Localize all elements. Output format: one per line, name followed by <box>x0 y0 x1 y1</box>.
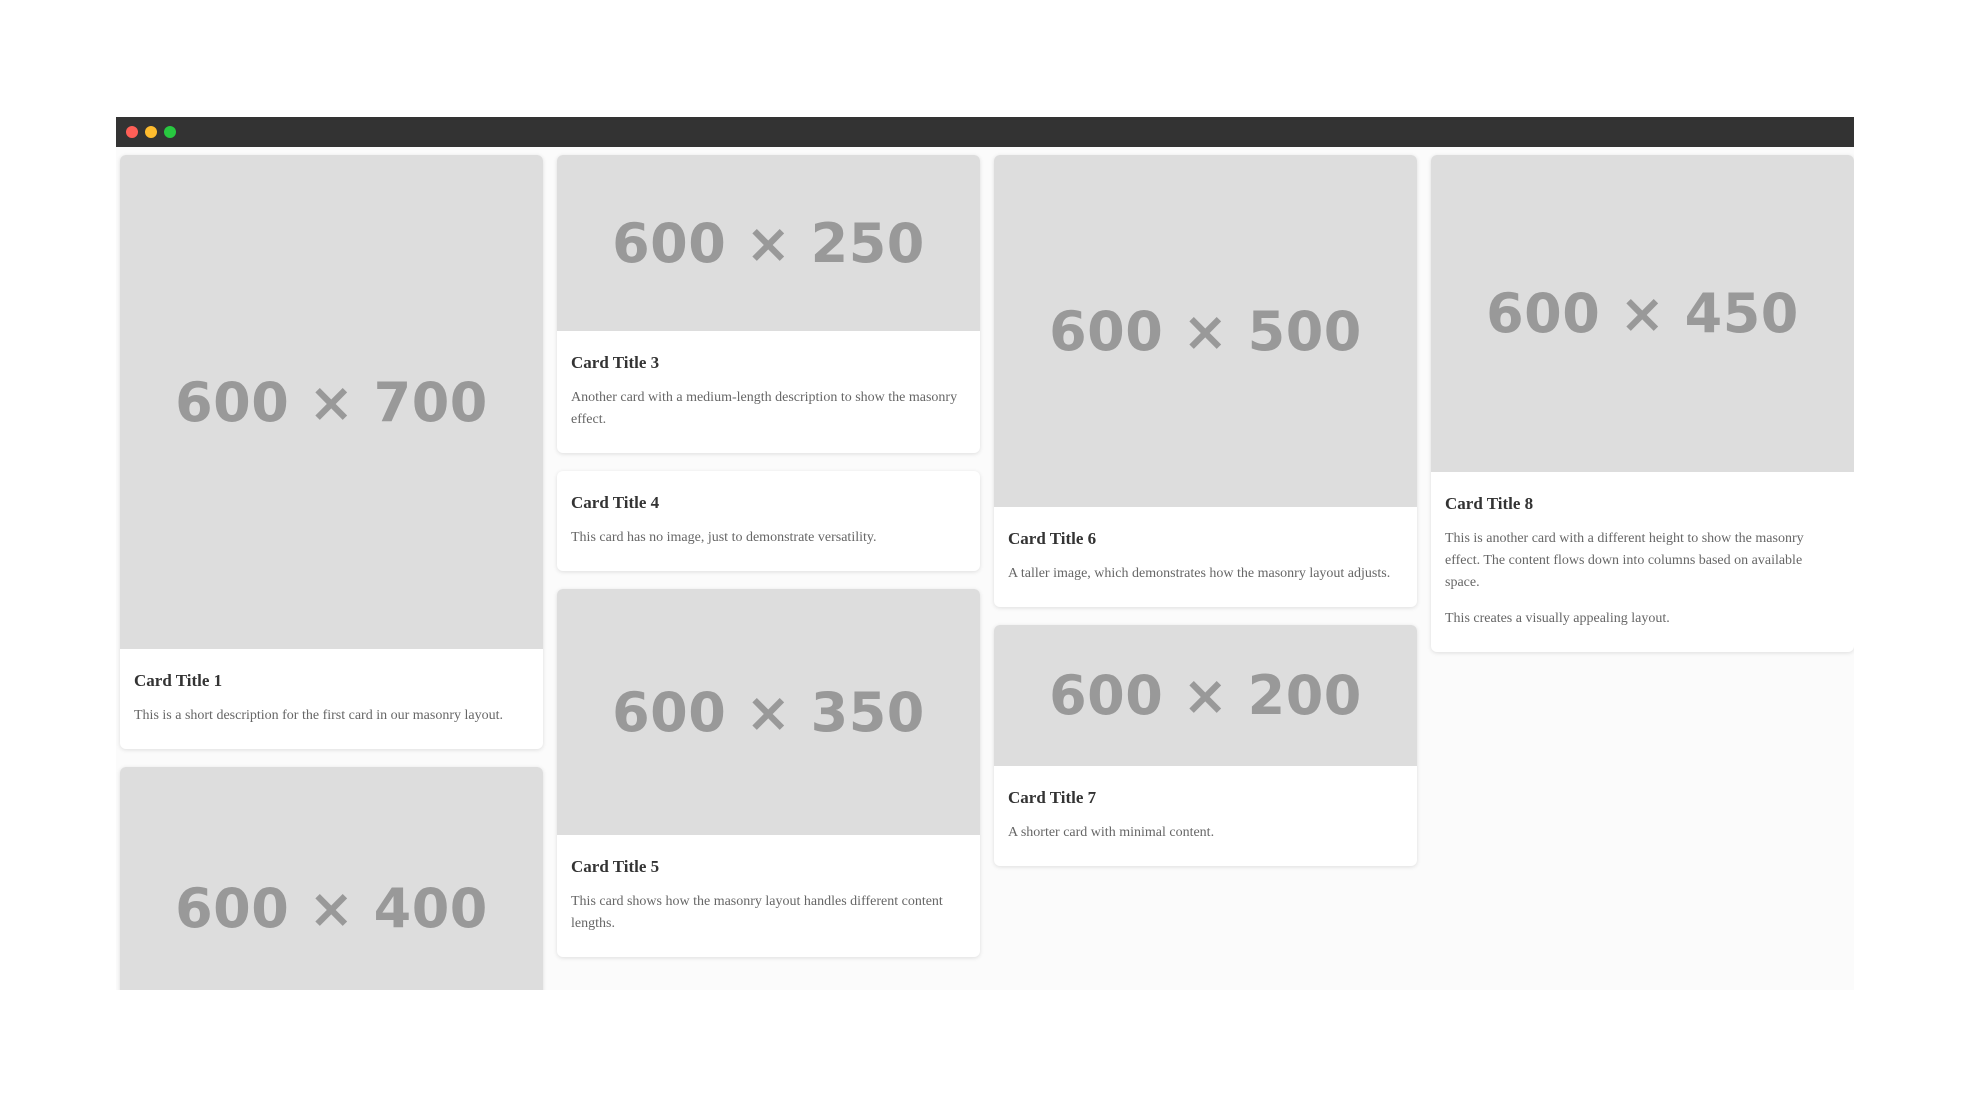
card-5-title: Card Title 5 <box>571 857 660 876</box>
card-6-body: Card Title 6 A taller image, which demon… <box>994 507 1417 607</box>
zoom-window-button[interactable] <box>164 126 176 138</box>
card-1-body: Card Title 1 This is a short description… <box>120 649 543 749</box>
card-5-text: This card shows how the masonry layout h… <box>571 894 943 931</box>
card-1-title: Card Title 1 <box>134 671 223 690</box>
masonry-grid: 600 × 700 Card Title 1 This is a short d… <box>116 147 1854 990</box>
card-6: 600 × 500 Card Title 6 A taller image, w… <box>994 155 1417 607</box>
card-1-image-placeholder: 600 × 700 <box>120 155 543 649</box>
card-1-text: This is a short description for the firs… <box>134 708 503 723</box>
masonry-column-2: 600 × 250 Card Title 3 Another card with… <box>557 155 980 975</box>
card-3-text: Another card with a medium-length descri… <box>571 390 958 427</box>
minimize-window-button[interactable] <box>145 126 157 138</box>
card-6-image-placeholder: 600 × 500 <box>994 155 1417 507</box>
card-7-text: A shorter card with minimal content. <box>1008 825 1215 840</box>
card-7: 600 × 200 Card Title 7 A shorter card wi… <box>994 625 1417 866</box>
card-4-body: Card Title 4 This card has no image, jus… <box>557 471 980 571</box>
card-5-image-placeholder: 600 × 350 <box>557 589 980 835</box>
card-6-text: A taller image, which demonstrates how t… <box>1008 566 1391 581</box>
card-4: Card Title 4 This card has no image, jus… <box>557 471 980 571</box>
card-3-image-placeholder: 600 × 250 <box>557 155 980 331</box>
card-2-image-placeholder: 600 × 400 <box>120 767 543 990</box>
card-8-text-2: This creates a visually appealing layout… <box>1445 611 1670 626</box>
card-7-image-placeholder: 600 × 200 <box>994 625 1417 766</box>
card-6-title: Card Title 6 <box>1008 529 1097 548</box>
window-titlebar <box>116 117 1854 147</box>
card-8-image-placeholder: 600 × 450 <box>1431 155 1854 472</box>
card-7-body: Card Title 7 A shorter card with minimal… <box>994 766 1417 866</box>
card-8-title: Card Title 8 <box>1445 494 1534 513</box>
masonry-column-3: 600 × 500 Card Title 6 A taller image, w… <box>994 155 1417 884</box>
card-4-text: This card has no image, just to demonstr… <box>571 530 877 545</box>
card-3-body: Card Title 3 Another card with a medium-… <box>557 331 980 453</box>
card-8: 600 × 450 Card Title 8 This is another c… <box>1431 155 1854 652</box>
card-3: 600 × 250 Card Title 3 Another card with… <box>557 155 980 453</box>
card-8-body: Card Title 8 This is another card with a… <box>1431 472 1854 652</box>
close-window-button[interactable] <box>126 126 138 138</box>
card-8-text-1: This is another card with a different he… <box>1445 531 1804 590</box>
card-3-title: Card Title 3 <box>571 353 660 372</box>
masonry-column-1: 600 × 700 Card Title 1 This is a short d… <box>120 155 543 990</box>
card-4-title: Card Title 4 <box>571 493 660 512</box>
card-7-title: Card Title 7 <box>1008 788 1097 807</box>
masonry-column-4: 600 × 450 Card Title 8 This is another c… <box>1431 155 1854 670</box>
card-5-body: Card Title 5 This card shows how the mas… <box>557 835 980 957</box>
browser-window: 600 × 700 Card Title 1 This is a short d… <box>116 117 1854 990</box>
card-1: 600 × 700 Card Title 1 This is a short d… <box>120 155 543 749</box>
card-5: 600 × 350 Card Title 5 This card shows h… <box>557 589 980 957</box>
card-2: 600 × 400 <box>120 767 543 990</box>
